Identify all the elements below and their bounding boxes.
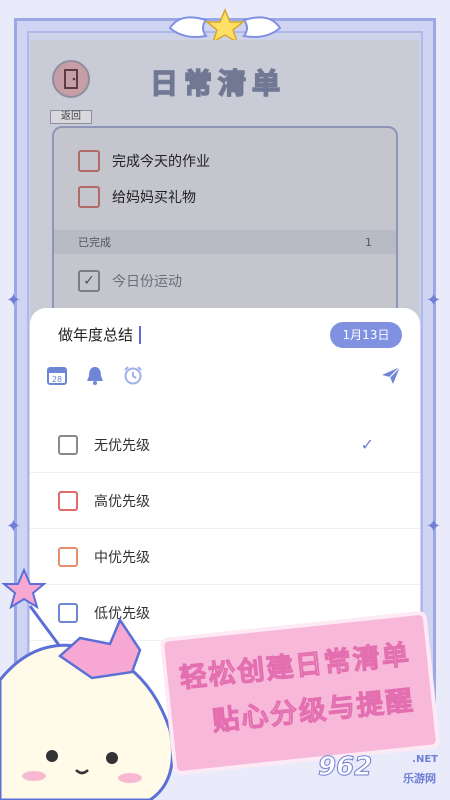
bell-icon[interactable] <box>84 364 106 386</box>
site-watermark: 962 .NET 乐游网 <box>317 752 442 790</box>
todo-checkbox[interactable] <box>78 186 100 208</box>
watermark-site: 乐游网 <box>403 772 436 785</box>
priority-checkbox[interactable] <box>58 490 78 511</box>
task-input[interactable]: 做年度总结 <box>58 324 142 345</box>
todo-text: 完成今天的作业 <box>112 154 210 170</box>
watermark-suffix: .NET <box>412 754 438 765</box>
checked-checkbox[interactable]: ✓ <box>78 270 100 292</box>
promo-banner: 轻松创建日常清单 贴心分级与提醒 <box>163 614 437 772</box>
sparkle-icon: ✦ <box>6 516 22 537</box>
alarm-clock-icon[interactable] <box>122 364 144 386</box>
app-screen: 返回 日常清单 完成今天的作业 给妈妈买礼物 已完成 1 ✓ 今日份运动 <box>30 40 420 366</box>
selected-check-icon: ✓ <box>360 435 374 454</box>
priority-option[interactable]: 无优先级 ✓ <box>30 417 420 473</box>
priority-checkbox[interactable] <box>58 434 78 455</box>
todo-text: 给妈妈买礼物 <box>112 190 196 206</box>
back-button[interactable]: 返回 <box>50 60 92 124</box>
todo-checkbox[interactable] <box>78 150 100 172</box>
priority-label: 无优先级 <box>94 437 150 454</box>
sparkle-icon: ✦ <box>426 516 442 537</box>
send-icon[interactable] <box>380 364 402 386</box>
text-caret <box>139 325 142 344</box>
priority-label: 高优先级 <box>94 493 150 510</box>
back-label: 返回 <box>50 110 92 124</box>
done-item[interactable]: ✓ 今日份运动 <box>78 270 182 292</box>
door-icon <box>52 60 90 98</box>
done-section-header[interactable]: 已完成 1 <box>54 230 396 254</box>
watermark-number: 962 <box>317 752 373 783</box>
todo-item[interactable]: 给妈妈买礼物 <box>78 186 196 208</box>
done-section-count: 1 <box>365 235 372 249</box>
calendar-day: 28 <box>52 375 62 384</box>
done-section-label: 已完成 <box>78 236 111 249</box>
date-button[interactable]: 1月13日 <box>330 322 402 348</box>
done-item-text: 今日份运动 <box>112 274 182 290</box>
task-input-value: 做年度总结 <box>58 326 134 344</box>
calendar-icon[interactable]: 28 <box>46 364 68 386</box>
todo-item[interactable]: 完成今天的作业 <box>78 150 210 172</box>
sparkle-icon: ✦ <box>6 290 22 311</box>
page-title: 日常清单 <box>149 66 287 101</box>
priority-option[interactable]: 高优先级 <box>30 473 420 529</box>
sparkle-icon: ✦ <box>426 290 442 311</box>
